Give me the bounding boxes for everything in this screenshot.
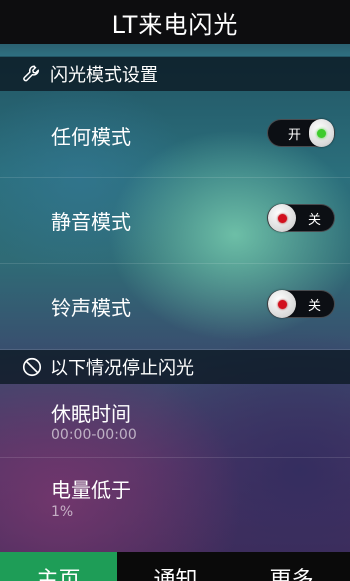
toggle-text: 关 xyxy=(308,298,322,314)
list-item-silent-mode: 静音模式 关 xyxy=(0,178,350,264)
wrench-icon xyxy=(20,62,44,86)
list-item-ring-mode: 铃声模式 关 xyxy=(0,264,350,350)
tab-label: 主页 xyxy=(36,568,81,581)
row-label: 电量低于 xyxy=(51,478,131,502)
section-header-flash-mode: 闪光模式设置 xyxy=(0,57,350,91)
title-bar-divider xyxy=(0,44,350,56)
any-mode-toggle[interactable]: 开 xyxy=(267,119,335,147)
section-label: 以下情况停止闪光 xyxy=(50,358,194,379)
row-label: 铃声模式 xyxy=(51,296,131,320)
toggle-knob xyxy=(268,290,296,318)
tab-label: 通知 xyxy=(153,568,198,581)
status-dot-icon xyxy=(277,299,287,309)
prohibited-icon xyxy=(20,355,44,379)
toggle-knob xyxy=(309,119,334,147)
section-header-stop-flash: 以下情况停止闪光 xyxy=(0,350,350,384)
status-dot-icon xyxy=(277,213,287,223)
status-dot-icon xyxy=(317,128,326,138)
tab-more[interactable]: 更多 xyxy=(233,552,350,581)
row-label: 静音模式 xyxy=(51,210,131,234)
row-label: 任何模式 xyxy=(51,125,131,149)
list-item-sleep-time[interactable]: 休眠时间 00:00-00:00 xyxy=(0,384,350,458)
list-item-battery-below[interactable]: 电量低于 1% xyxy=(0,458,350,552)
toggle-text: 关 xyxy=(308,212,322,228)
title-bar: LT来电闪光 xyxy=(0,0,350,44)
section-label: 闪光模式设置 xyxy=(50,65,158,86)
app-title: LT来电闪光 xyxy=(111,10,239,39)
list-item-any-mode: 任何模式 开 xyxy=(0,91,350,178)
tab-label: 更多 xyxy=(269,568,314,581)
battery-threshold-value: 1% xyxy=(51,504,74,520)
silent-mode-toggle[interactable]: 关 xyxy=(267,204,335,232)
toggle-text: 开 xyxy=(288,127,302,143)
tab-notifications[interactable]: 通知 xyxy=(117,552,234,581)
sleep-time-value: 00:00-00:00 xyxy=(51,427,137,443)
toggle-knob xyxy=(268,204,296,232)
ring-mode-toggle[interactable]: 关 xyxy=(267,290,335,318)
tab-home[interactable]: 主页 xyxy=(0,552,117,581)
bottom-tab-bar: 主页 通知 更多 xyxy=(0,552,350,581)
row-label: 休眠时间 xyxy=(51,402,131,426)
